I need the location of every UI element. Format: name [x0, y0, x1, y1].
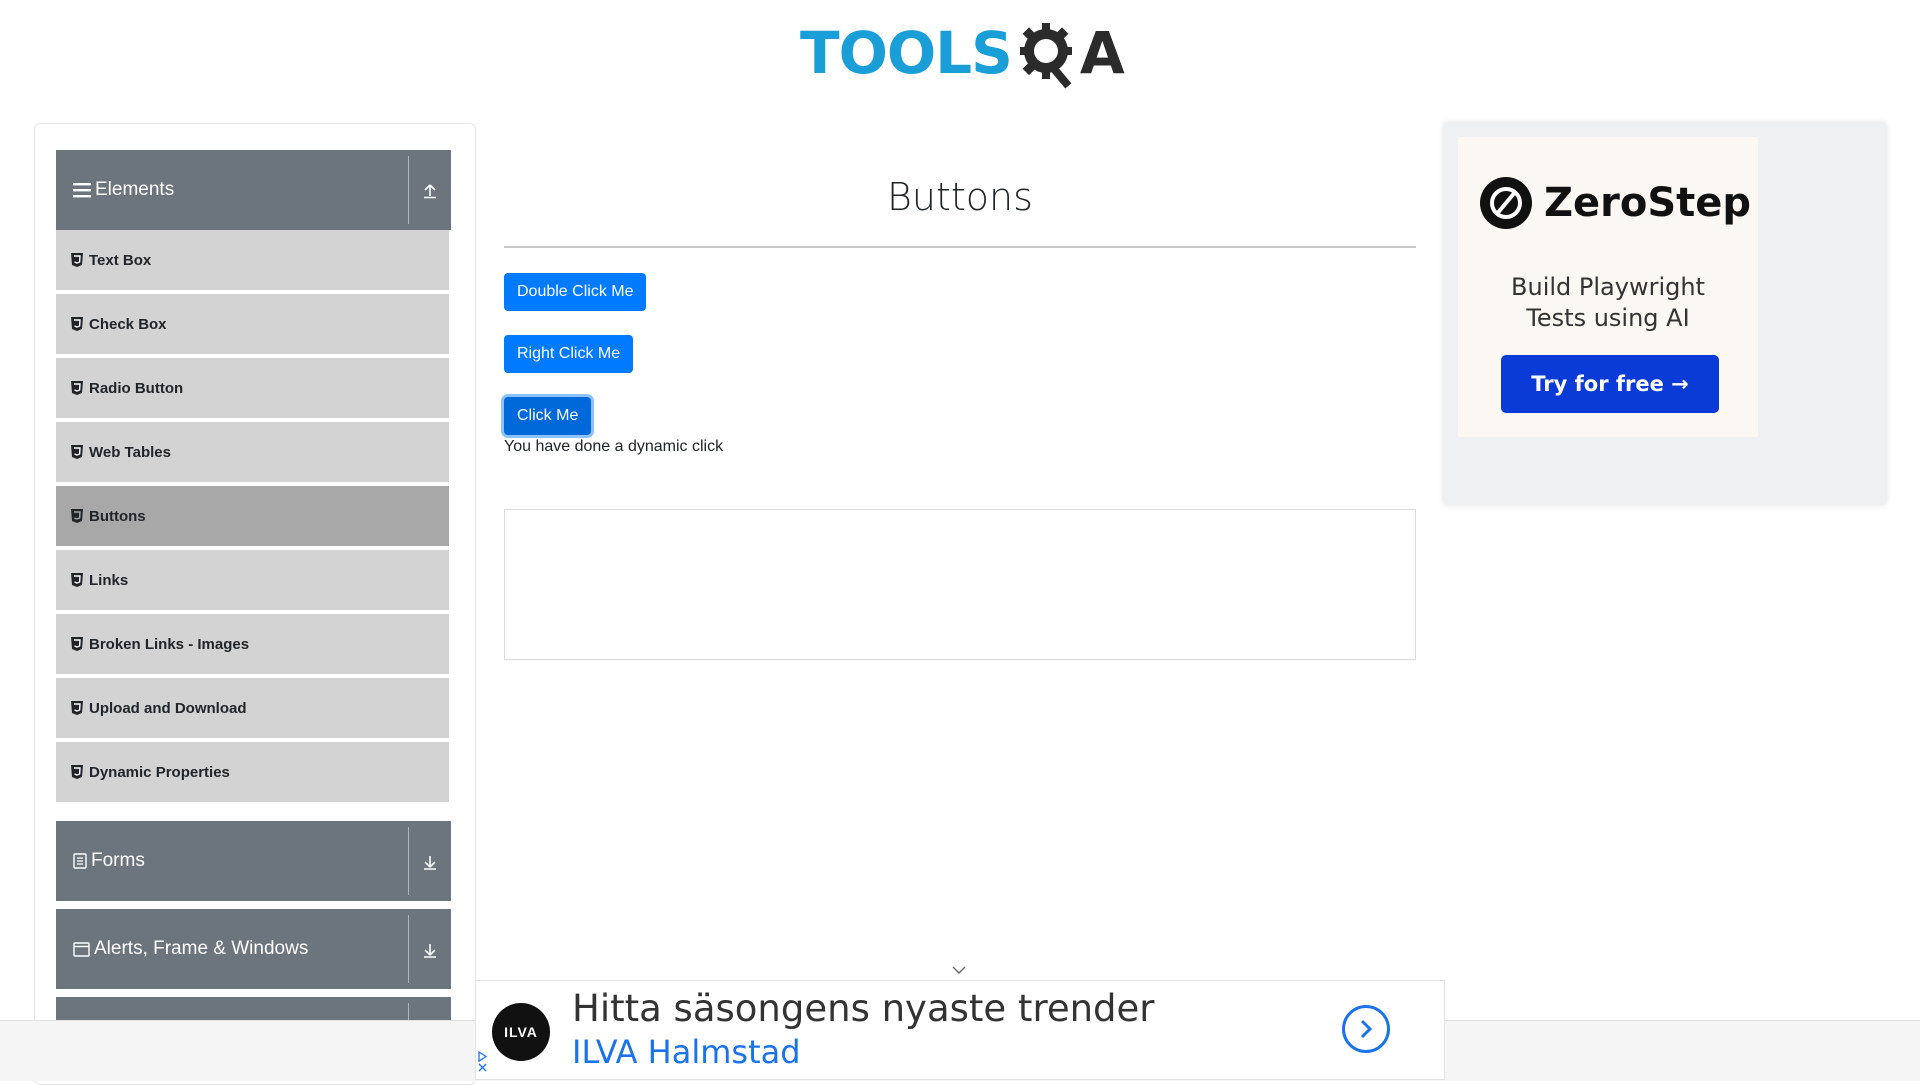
left-panel: Elements Text Box Check Box Radio Button…	[34, 123, 476, 1085]
html5-icon	[71, 317, 83, 331]
chevron-right-icon[interactable]	[1342, 1005, 1390, 1053]
divider	[408, 827, 409, 895]
form-icon	[73, 853, 87, 869]
html5-icon	[71, 701, 83, 715]
group-header-alerts-frame-windows[interactable]: Alerts, Frame & Windows	[56, 909, 451, 989]
ilva-ad[interactable]: ILVA Hitta säsongens nyaste trender ILVA…	[475, 980, 1445, 1080]
tagline-line: Tests using AI	[1526, 304, 1690, 332]
divider	[408, 915, 409, 983]
chevron-down-icon[interactable]	[948, 962, 970, 978]
collapse-arrow-up-icon[interactable]	[417, 178, 443, 204]
sidebar-item-text-box[interactable]: Text Box	[56, 230, 449, 292]
empty-content-box	[504, 509, 1416, 660]
right-click-button[interactable]: Right Click Me	[504, 335, 634, 373]
sidebar-item-web-tables[interactable]: Web Tables	[56, 422, 449, 484]
title-divider	[504, 246, 1416, 248]
gear-q-icon	[1019, 23, 1072, 89]
sidebar-item-label: Text Box	[89, 251, 152, 269]
try-for-free-button[interactable]: Try for free →	[1501, 355, 1719, 413]
logo-a-letter: A	[1079, 19, 1125, 87]
sidebar-item-label: Check Box	[89, 315, 167, 333]
tagline-line: Build Playwright	[1511, 273, 1705, 301]
group-title: Elements	[95, 179, 175, 200]
html5-icon	[71, 573, 83, 587]
hamburger-icon	[73, 182, 91, 198]
sidebar-item-dynamic-properties[interactable]: Dynamic Properties	[56, 742, 449, 804]
double-click-button[interactable]: Double Click Me	[504, 273, 647, 311]
zerostep-logo-icon	[1480, 177, 1532, 229]
expand-arrow-down-icon[interactable]	[417, 937, 443, 963]
html5-icon	[71, 765, 83, 779]
sidebar-item-radio-button[interactable]: Radio Button	[56, 358, 449, 420]
ad-advertiser[interactable]: ILVA Halmstad	[572, 1033, 801, 1071]
sidebar-item-upload-download[interactable]: Upload and Download	[56, 678, 449, 740]
html5-icon	[71, 381, 83, 395]
group-header-elements[interactable]: Elements	[56, 150, 451, 230]
logo-tools-text: TOOLS	[800, 19, 1013, 87]
sidebar-item-broken-links[interactable]: Broken Links - Images	[56, 614, 449, 676]
page-title: Buttons	[887, 175, 1033, 219]
group-title: Forms	[91, 850, 145, 871]
html5-icon	[71, 509, 83, 523]
window-icon	[73, 941, 90, 957]
divider	[408, 156, 409, 224]
ad-card: ZeroStep Build Playwright Tests using AI…	[1458, 137, 1758, 437]
sidebar-item-check-box[interactable]: Check Box	[56, 294, 449, 356]
zerostep-tagline: Build Playwright Tests using AI	[1458, 272, 1758, 334]
sidebar-item-label: Web Tables	[89, 443, 171, 461]
dynamic-click-message: You have done a dynamic click	[504, 438, 724, 455]
sidebar-item-label: Radio Button	[89, 379, 184, 397]
html5-icon	[71, 253, 83, 267]
sidebar-item-label: Broken Links - Images	[89, 635, 250, 653]
ilva-logo: ILVA	[492, 1003, 550, 1061]
adchoices-icon[interactable]	[478, 1050, 488, 1077]
click-me-button[interactable]: Click Me	[504, 397, 592, 435]
sidebar-item-label: Dynamic Properties	[89, 763, 230, 781]
group-header-forms[interactable]: Forms	[56, 821, 451, 901]
zerostep-brand: ZeroStep	[1544, 180, 1752, 226]
sidebar-item-links[interactable]: Links	[56, 550, 449, 612]
sidebar-item-label: Upload and Download	[89, 699, 247, 717]
group-title: Alerts, Frame & Windows	[94, 938, 309, 959]
sidebar-item-label: Buttons	[89, 507, 146, 525]
toolsqa-logo[interactable]: TOOLS A	[800, 14, 1125, 92]
zerostep-ad[interactable]: ZeroStep Build Playwright Tests using AI…	[1444, 123, 1886, 504]
sidebar-item-label: Links	[89, 571, 129, 589]
zerostep-logo: ZeroStep	[1480, 177, 1751, 229]
sidebar-item-buttons[interactable]: Buttons	[56, 486, 449, 548]
ad-headline[interactable]: Hitta säsongens nyaste trender	[572, 987, 1155, 1030]
expand-arrow-down-icon[interactable]	[417, 849, 443, 875]
logo-qa-text: A	[1016, 17, 1125, 89]
html5-icon	[71, 637, 83, 651]
html5-icon	[71, 445, 83, 459]
